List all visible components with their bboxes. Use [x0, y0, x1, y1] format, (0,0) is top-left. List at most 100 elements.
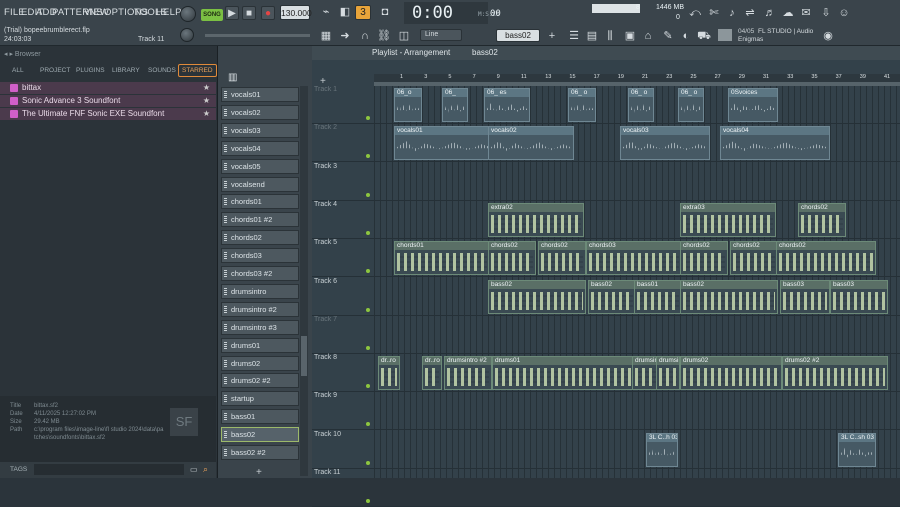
- mic-icon[interactable]: ♪: [724, 6, 740, 20]
- track-active-indicator[interactable]: [366, 154, 370, 159]
- audio-clip[interactable]: 3L C..h 03: [646, 432, 678, 467]
- pattern-clip[interactable]: chords03: [586, 241, 682, 276]
- pattern-clip[interactable]: chords02: [798, 202, 846, 237]
- news-icon[interactable]: [718, 29, 732, 41]
- channel-button[interactable]: chords01 #2: [221, 212, 299, 228]
- channel-button[interactable]: chords01: [221, 194, 299, 210]
- pattern-clip[interactable]: bass01: [634, 279, 682, 314]
- track-label[interactable]: Track 10: [314, 431, 372, 438]
- track-label[interactable]: Track 5: [314, 239, 372, 246]
- pattern-clip[interactable]: chords02: [680, 241, 728, 276]
- audio-clip[interactable]: 06_: [442, 88, 468, 122]
- cut-icon[interactable]: ✄: [706, 6, 722, 20]
- record-button[interactable]: ●: [261, 6, 275, 20]
- pattern-clip[interactable]: drums02: [680, 356, 782, 391]
- channel-button[interactable]: chords03: [221, 248, 299, 264]
- channel-button[interactable]: drums01: [221, 337, 299, 353]
- pattern-clip[interactable]: bass02: [588, 279, 636, 314]
- undo-icon[interactable]: ⤺: [687, 6, 703, 20]
- browser-icon[interactable]: ✎: [660, 29, 676, 43]
- magnet-icon[interactable]: ∩: [357, 29, 373, 43]
- master-pitch-slider[interactable]: [205, 34, 310, 37]
- pattern-clip[interactable]: dr..ro: [378, 356, 400, 391]
- pattern-clip[interactable]: chords02: [730, 241, 778, 276]
- channel-button[interactable]: startup: [221, 391, 299, 407]
- audio-clip[interactable]: 06_ es: [484, 88, 530, 122]
- audio-clip[interactable]: 3L C..sh 03: [838, 432, 876, 467]
- time-display[interactable]: 0:00 M:S:CS: [404, 2, 500, 24]
- track-active-indicator[interactable]: [366, 499, 370, 503]
- audio-clip[interactable]: 0Svoices: [728, 88, 778, 122]
- news-text[interactable]: FL STUDIO | Audio: [758, 28, 813, 35]
- pattern-clip[interactable]: chords02: [776, 241, 876, 276]
- list-item[interactable]: The Ultimate FNF Sonic EXE Soundfont ★: [0, 108, 216, 120]
- cloud-icon[interactable]: ☁: [780, 6, 796, 20]
- audio-clip[interactable]: 06_ o: [628, 88, 654, 122]
- channel-button[interactable]: drumsintro: [221, 283, 299, 299]
- audio-clip[interactable]: 06_ o: [568, 88, 596, 122]
- pattern-clip[interactable]: drumsintro #3: [656, 356, 680, 391]
- master-volume-knob[interactable]: [180, 6, 196, 22]
- stop-button[interactable]: ■: [242, 6, 256, 20]
- pattern-clip[interactable]: bass03: [780, 279, 830, 314]
- arrow-right-icon[interactable]: ➜: [337, 29, 353, 43]
- channel-button[interactable]: vocals01: [221, 87, 299, 102]
- track-label[interactable]: Track 7: [314, 316, 372, 323]
- pattern-clip[interactable]: chords02: [488, 241, 536, 276]
- list-item[interactable]: Sonic Advance 3 Soundfont ★: [0, 95, 216, 107]
- track-label[interactable]: Track 8: [314, 354, 372, 361]
- channel-button[interactable]: bass01: [221, 409, 299, 425]
- search-icon[interactable]: ⌕: [203, 464, 208, 475]
- track-label[interactable]: Track 4: [314, 201, 372, 208]
- channel-button[interactable]: drums02: [221, 355, 299, 371]
- wait-input-icon[interactable]: ◧: [337, 5, 353, 19]
- track-active-indicator[interactable]: [366, 230, 370, 235]
- star-icon[interactable]: ★: [203, 82, 210, 94]
- add-channel-button[interactable]: +: [256, 467, 262, 478]
- pattern-clip[interactable]: bass02: [680, 279, 778, 314]
- track-active-indicator[interactable]: [366, 384, 370, 389]
- star-icon[interactable]: ★: [203, 108, 210, 120]
- pattern-selector[interactable]: bass02: [496, 29, 540, 42]
- track-active-indicator[interactable]: [366, 116, 370, 120]
- channel-scrollbar[interactable]: [300, 86, 308, 476]
- channel-button[interactable]: vocals05: [221, 158, 299, 174]
- pattern-clip[interactable]: chords02: [538, 241, 586, 276]
- playlist-icon[interactable]: ☰: [566, 29, 582, 43]
- song-mode-button[interactable]: SONG: [201, 9, 223, 21]
- menu-help[interactable]: HELP: [156, 7, 182, 18]
- channel-button[interactable]: bass02: [221, 427, 299, 443]
- cart-icon[interactable]: ⛟: [696, 29, 712, 43]
- chat-icon[interactable]: ✉: [798, 6, 814, 20]
- list-item[interactable]: bittax ★: [0, 82, 216, 94]
- snap-select[interactable]: Line: [420, 29, 462, 41]
- download-icon[interactable]: ⇩: [818, 6, 834, 20]
- channel-button[interactable]: vocals03: [221, 122, 299, 138]
- globe-icon[interactable]: ◉: [820, 29, 836, 43]
- channel-button[interactable]: drumsintro #3: [221, 319, 299, 335]
- piano-roll-icon[interactable]: ▦: [318, 29, 334, 43]
- track-label[interactable]: Track 3: [314, 163, 372, 170]
- track-label[interactable]: Track 11: [314, 469, 372, 476]
- channel-button[interactable]: drumsintro #2: [221, 301, 299, 317]
- track-active-indicator[interactable]: [366, 307, 370, 312]
- channel-button[interactable]: vocalsend: [221, 176, 299, 192]
- audio-clip[interactable]: vocals04: [720, 126, 830, 161]
- tempo-display[interactable]: 130.000: [280, 5, 312, 20]
- metronome-icon[interactable]: ⌁: [318, 5, 334, 19]
- pattern-clip[interactable]: extra02: [488, 202, 584, 237]
- chain-icon[interactable]: ⛓: [376, 29, 392, 43]
- account-icon[interactable]: ☺: [836, 6, 852, 20]
- plugin-icon[interactable]: ▣: [622, 29, 638, 43]
- mixer-icon[interactable]: ⫼: [602, 29, 618, 43]
- channel-button[interactable]: chords03 #2: [221, 266, 299, 281]
- plug-icon[interactable]: ⌂: [640, 29, 656, 43]
- snap-icon[interactable]: ◫: [396, 29, 412, 43]
- loop-record-icon[interactable]: ◘: [377, 5, 393, 19]
- folder-icon[interactable]: ▭: [190, 465, 198, 474]
- tuner-icon[interactable]: ♬: [762, 6, 778, 20]
- channel-button[interactable]: bass02 #2: [221, 445, 299, 460]
- pattern-clip[interactable]: extra03: [680, 202, 776, 237]
- tab-starred[interactable]: STARRED: [178, 64, 217, 77]
- audio-clip[interactable]: 06_o: [394, 88, 422, 122]
